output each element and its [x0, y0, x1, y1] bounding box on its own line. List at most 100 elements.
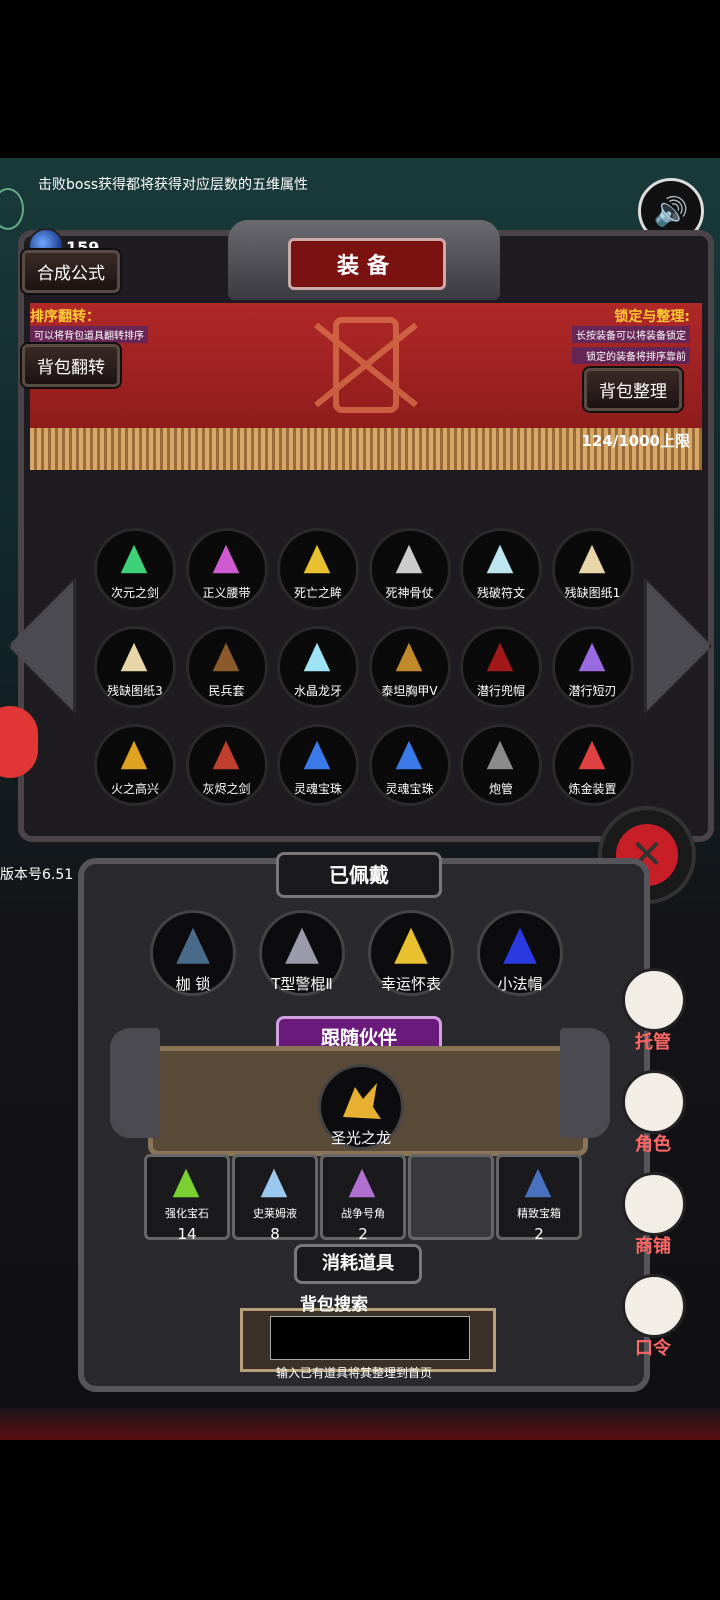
scroll-icon	[120, 642, 148, 672]
equipped-label: 枷 锁	[175, 975, 211, 993]
consumable-count: 8	[270, 1225, 280, 1243]
crystal-fang-icon	[303, 642, 331, 672]
consumable-slot[interactable]: 精致宝箱 2	[496, 1154, 582, 1243]
inventory-item[interactable]: 炮管	[460, 724, 542, 806]
inventory-item[interactable]: 泰坦胸甲V	[368, 626, 451, 708]
side-menu-item[interactable]: 商铺	[622, 1172, 686, 1258]
inventory-item-label: 正义腰带	[202, 586, 251, 600]
inventory-item[interactable]: 水晶龙牙	[277, 626, 359, 708]
inventory-item[interactable]: 灵魂宝珠	[277, 724, 359, 806]
baton-icon	[285, 927, 319, 964]
equipped-label: 幸运怀表	[380, 975, 441, 993]
equipped-slot[interactable]: 幸运怀表	[368, 910, 454, 996]
consumables-title: 消耗道具	[294, 1244, 422, 1284]
inventory-item-label: 炼金装置	[568, 782, 617, 796]
side-menu-item[interactable]: 托管	[622, 968, 686, 1054]
companion-label: 圣光之龙	[330, 1129, 391, 1147]
inventory-item-label: 灵魂宝珠	[293, 782, 342, 796]
wooden-shield-icon	[212, 642, 239, 672]
inventory-item-label: 残破符文	[476, 586, 525, 600]
game-screen: 击败boss获得都将获得对应层数的五维属性 🔊 装备 159 合成公式 排序翻转…	[0, 158, 720, 1440]
equipped-title: 已佩戴	[276, 852, 442, 898]
inventory-item[interactable]: 残破符文	[460, 528, 542, 610]
inventory-item[interactable]: 火之高兴	[94, 724, 176, 806]
inventory-item[interactable]: 死亡之眸	[277, 528, 359, 610]
inventory-item[interactable]: 民兵套	[185, 626, 268, 708]
equipped-label: T型警棍Ⅱ	[271, 975, 333, 993]
crossed-swords-emblem-icon	[314, 317, 418, 413]
soul-orb-icon	[303, 740, 331, 770]
alchemy-device-icon	[578, 740, 605, 770]
hooded-character-icon	[622, 1070, 686, 1134]
side-menu-item[interactable]: 口令	[622, 1274, 686, 1360]
left-gargoyle-icon	[110, 1028, 160, 1138]
inventory-item[interactable]: 死神骨仗	[368, 528, 451, 610]
pocket-watch-icon	[394, 927, 428, 964]
inventory-item-label: 死亡之眸	[293, 586, 342, 600]
shackles-icon	[176, 927, 210, 964]
inventory-item-label: 残缺图纸3	[107, 684, 163, 698]
green-sword-icon	[120, 544, 148, 574]
consumable-label: 强化宝石	[165, 1207, 209, 1220]
inventory-item[interactable]: 灵魂宝珠	[368, 724, 451, 806]
ash-sword-icon	[212, 740, 239, 770]
companion-slot[interactable]: 圣光之龙	[318, 1064, 404, 1150]
inventory-item-label: 火之高兴	[110, 782, 159, 796]
side-menu-label: 口令	[635, 1338, 671, 1359]
inventory-item[interactable]: 正义腰带	[185, 528, 268, 610]
equipped-slot[interactable]: T型警棍Ⅱ	[259, 910, 345, 996]
inventory-item-label: 残缺图纸1	[564, 586, 621, 600]
equipped-label: 小法帽	[497, 975, 543, 993]
equipped-slot[interactable]: 枷 锁	[150, 910, 236, 996]
inventory-item[interactable]: 灰烬之剑	[185, 724, 268, 806]
consumable-slot[interactable]: 强化宝石 14	[144, 1154, 230, 1243]
empty-consumable-slot[interactable]	[408, 1154, 494, 1240]
consumable-label: 史莱姆液	[253, 1207, 297, 1220]
inventory-item-label: 死神骨仗	[385, 586, 434, 600]
inventory-item[interactable]: 炼金装置	[551, 724, 634, 806]
inventory-item-label: 潜行兜帽	[476, 684, 525, 698]
inventory-item-label: 民兵套	[208, 684, 245, 698]
search-label: 背包搜索	[300, 1295, 368, 1315]
golden-orb-icon	[303, 544, 331, 574]
inventory-item-label: 灵魂宝珠	[385, 782, 434, 796]
side-menu-label: 角色	[635, 1134, 671, 1155]
consumable-count: 14	[177, 1225, 197, 1243]
equipped-slot[interactable]: 小法帽	[477, 910, 563, 996]
inventory-item[interactable]: 次元之剑	[94, 528, 176, 610]
sort-flip-desc: 可以将背包道具翻转排序	[30, 326, 148, 343]
bag-search-input[interactable]	[270, 1316, 470, 1360]
inventory-item[interactable]: 残缺图纸1	[551, 528, 634, 610]
lock-sort-info: 锁定与整理: 长按装备可以将装备锁定 锁定的装备将排序靠前	[572, 306, 690, 364]
bag-flip-button[interactable]: 背包翻转	[22, 344, 120, 387]
sort-flip-heading: 排序翻转：	[30, 309, 100, 325]
belt-icon	[212, 544, 239, 574]
consumable-count: 2	[534, 1225, 544, 1243]
chest-armor-icon	[395, 642, 422, 672]
inventory-item[interactable]: 潜行兜帽	[460, 626, 542, 708]
bag-sort-button[interactable]: 背包整理	[584, 368, 682, 411]
synthesis-formula-button[interactable]: 合成公式	[22, 250, 120, 293]
side-menu-item[interactable]: 角色	[622, 1070, 686, 1156]
right-gargoyle-icon	[560, 1028, 610, 1138]
side-menu-label: 托管	[635, 1032, 671, 1053]
companion-icon	[343, 1083, 381, 1119]
treasure-chest-icon	[524, 1168, 552, 1198]
wizard-hat-icon	[503, 927, 537, 964]
edge-bubble-icon[interactable]	[0, 188, 24, 230]
bottom-strip	[0, 1408, 720, 1440]
inventory-item-label: 泰坦胸甲V	[381, 684, 438, 698]
consumable-slot[interactable]: 战争号角 2	[320, 1154, 406, 1243]
consumable-slot[interactable]: 史莱姆液 8	[232, 1154, 318, 1243]
hint-text: 击败boss获得都将获得对应层数的五维属性	[38, 177, 309, 193]
soul-orb-icon	[395, 740, 422, 770]
cannon-barrel-icon	[486, 740, 514, 770]
search-hint: 输入已有道具将其整理到首页	[276, 1366, 433, 1380]
inventory-item[interactable]: 残缺图纸3	[94, 626, 176, 708]
code-scroll-icon	[622, 1274, 686, 1338]
lock-sort-heading: 锁定与整理:	[614, 309, 690, 325]
scroll-icon	[578, 544, 605, 574]
dice-icon	[622, 968, 686, 1032]
inventory-item[interactable]: 潜行短刃	[551, 626, 634, 708]
side-menu-label: 商铺	[635, 1236, 671, 1257]
